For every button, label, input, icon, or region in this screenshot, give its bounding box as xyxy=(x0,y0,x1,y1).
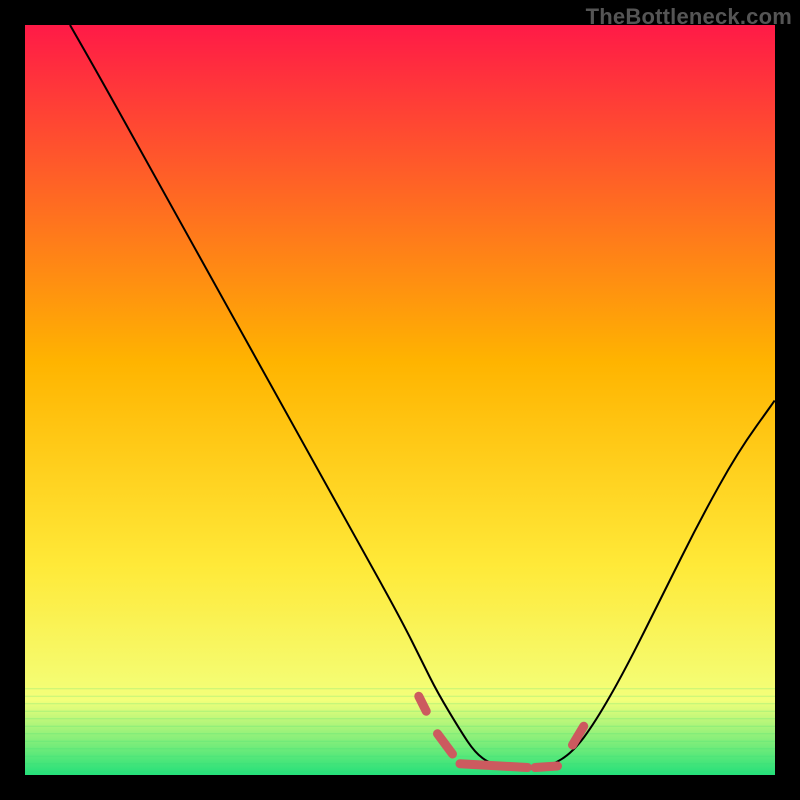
target-marker-segment xyxy=(460,764,528,768)
watermark-text: TheBottleneck.com xyxy=(586,4,792,30)
chart-frame: TheBottleneck.com xyxy=(0,0,800,800)
bottleneck-chart xyxy=(0,0,800,800)
plot-gradient-background xyxy=(25,25,775,775)
border-right xyxy=(775,0,800,800)
target-marker-segment xyxy=(535,766,558,768)
border-left xyxy=(0,0,25,800)
border-bottom xyxy=(0,775,800,800)
